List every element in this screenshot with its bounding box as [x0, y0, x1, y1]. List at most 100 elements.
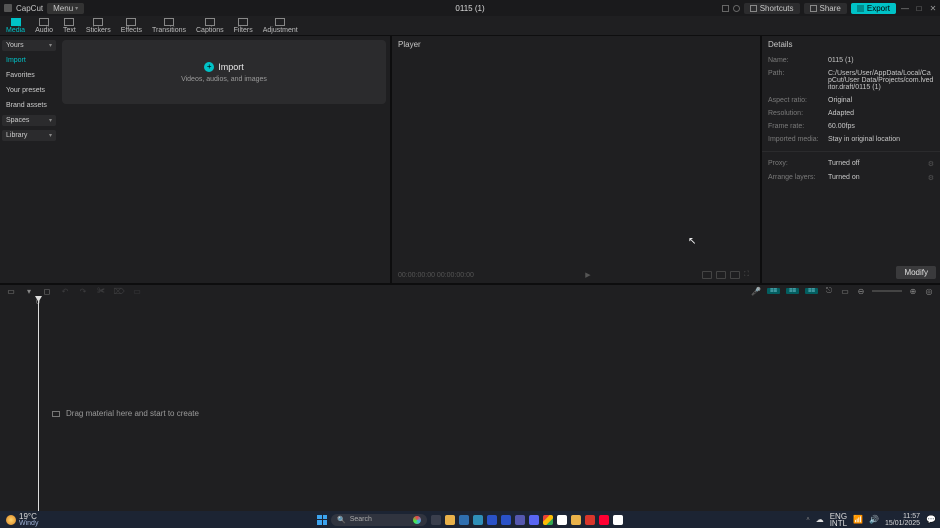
close-button[interactable]: ✕ — [928, 4, 938, 13]
autocut-chip[interactable]: ≡≡ — [786, 288, 799, 294]
language-indicator[interactable]: ENG INTL — [830, 513, 847, 527]
main-area: Yours▾ Import Favorites Your presets Bra… — [0, 36, 940, 283]
tab-adjustment[interactable]: Adjustment — [263, 18, 298, 34]
import-dropzone[interactable]: +Import Videos, audios, and images — [62, 40, 386, 104]
crop-button[interactable]: ▭ — [132, 286, 142, 296]
taskbar-icon-explorer[interactable] — [445, 515, 455, 525]
windows-taskbar: 19°C Windy 🔍 Search ˄ ☁ ENG INTL 📶 — [0, 511, 940, 528]
modify-button[interactable]: Modify — [896, 266, 936, 279]
taskbar-icon-chrome[interactable] — [543, 515, 553, 525]
tab-stickers[interactable]: Stickers — [86, 18, 111, 34]
tray-chevron-icon[interactable]: ˄ — [806, 517, 810, 523]
taskbar-icon-discord[interactable] — [529, 515, 539, 525]
divider — [762, 151, 940, 152]
taskbar-icon-chrome2[interactable] — [557, 515, 567, 525]
cut-button[interactable]: ✀ — [96, 286, 106, 296]
taskbar-icon-edge[interactable] — [473, 515, 483, 525]
sidebar-item-import[interactable]: Import — [2, 55, 56, 66]
mic-icon[interactable]: 🎤 — [751, 286, 761, 296]
taskbar-icon-red[interactable] — [585, 515, 595, 525]
tab-effects[interactable]: Effects — [121, 18, 142, 34]
chevron-down-icon[interactable]: ▾ — [24, 286, 34, 296]
notifications-icon[interactable]: 💬 — [926, 515, 936, 524]
taskbar-icon-youtube[interactable] — [599, 515, 609, 525]
taskbar-icon-taskview[interactable] — [431, 515, 441, 525]
zoom-slider[interactable] — [872, 290, 902, 292]
track-toggle-icon[interactable]: ▭ — [840, 286, 850, 296]
history-icon[interactable] — [733, 5, 740, 12]
share-button[interactable]: Share — [804, 3, 847, 14]
sidebar-item-label: Import — [6, 57, 26, 64]
weather-icon — [6, 515, 16, 525]
gear-icon[interactable]: ⚙ — [928, 160, 934, 168]
detail-value: Stay in original location — [828, 136, 934, 143]
tab-label: Captions — [196, 27, 224, 34]
maximize-button[interactable]: □ — [914, 4, 924, 13]
magnet-icon[interactable]: ⎋ — [824, 286, 834, 296]
autotool-chip[interactable]: ≡≡ — [805, 288, 818, 294]
taskbar-icon-app[interactable] — [487, 515, 497, 525]
sidebar-item-yours[interactable]: Yours▾ — [2, 40, 56, 51]
sidebar-item-library[interactable]: Library▾ — [2, 130, 56, 141]
minimize-button[interactable]: — — [900, 4, 910, 13]
tray-volume-icon[interactable]: 🔊 — [869, 515, 879, 524]
sidebar-item-spaces[interactable]: Spaces▾ — [2, 115, 56, 126]
taskbar-icon-store[interactable] — [459, 515, 469, 525]
autocaption-chip[interactable]: ≡≡ — [767, 288, 780, 294]
tab-label: Adjustment — [263, 27, 298, 34]
detail-key: Path: — [768, 70, 828, 91]
fit-icon[interactable]: ◎ — [924, 286, 934, 296]
shortcuts-button[interactable]: Shortcuts — [744, 3, 800, 14]
compare-button[interactable] — [730, 271, 740, 279]
detail-key: Proxy: — [768, 160, 828, 168]
detail-key: Aspect ratio: — [768, 97, 828, 104]
tab-transitions[interactable]: Transitions — [152, 18, 186, 34]
taskbar-icon-word[interactable] — [501, 515, 511, 525]
taskbar-search[interactable]: 🔍 Search — [331, 514, 427, 526]
undo-button[interactable]: ↶ — [60, 286, 70, 296]
sidebar-item-label: Yours — [6, 42, 24, 49]
category-tabs: Media Audio Text Stickers Effects Transi… — [0, 16, 940, 36]
sidebar-item-presets[interactable]: Your presets — [2, 85, 56, 96]
detail-row-framerate: Frame rate:60.00fps — [768, 123, 934, 130]
tab-media[interactable]: Media — [6, 18, 25, 34]
fullscreen-button[interactable]: ⛶ — [744, 271, 754, 279]
share-label: Share — [820, 4, 841, 13]
taskbar-icon-teams[interactable] — [515, 515, 525, 525]
tab-text[interactable]: Text — [63, 18, 76, 34]
keyboard-icon — [750, 5, 757, 12]
tab-label: Audio — [35, 27, 53, 34]
adjustment-icon — [275, 18, 285, 26]
tab-captions[interactable]: Captions — [196, 18, 224, 34]
weather-widget[interactable]: 19°C Windy — [0, 513, 44, 527]
plus-icon: + — [204, 62, 214, 72]
zoom-out-icon[interactable]: ⊖ — [856, 286, 866, 296]
export-button[interactable]: Export — [851, 3, 896, 14]
sidebar-item-brand[interactable]: Brand assets — [2, 100, 56, 111]
delete-button[interactable]: ⌦ — [114, 286, 124, 296]
layout-toggle-icon[interactable] — [722, 5, 729, 12]
sidebar-item-label: Library — [6, 132, 27, 139]
play-button[interactable]: ▶ — [474, 271, 702, 279]
taskbar-icon-capcut[interactable] — [613, 515, 623, 525]
redo-button[interactable]: ↷ — [78, 286, 88, 296]
search-icon: 🔍 — [337, 516, 346, 524]
tray-cloud-icon[interactable]: ☁ — [816, 515, 824, 524]
taskbar-icon-folder[interactable] — [571, 515, 581, 525]
sidebar-item-favorites[interactable]: Favorites — [2, 70, 56, 81]
zoom-in-icon[interactable]: ⊕ — [908, 286, 918, 296]
ratio-button[interactable] — [702, 271, 712, 279]
quality-button[interactable] — [716, 271, 726, 279]
tray-wifi-icon[interactable]: 📶 — [853, 515, 863, 524]
split-tool[interactable]: ◻ — [42, 286, 52, 296]
tab-audio[interactable]: Audio — [35, 18, 53, 34]
tab-filters[interactable]: Filters — [234, 18, 253, 34]
share-icon — [810, 5, 817, 12]
taskbar-clock[interactable]: 11:57 15/01/2025 — [885, 513, 920, 527]
timeline[interactable]: 0 Drag material here and start to create — [0, 297, 940, 513]
menu-button[interactable]: Menu ▾ — [47, 3, 84, 14]
select-tool[interactable]: ▭ — [6, 286, 16, 296]
gear-icon[interactable]: ⚙ — [928, 174, 934, 182]
playhead[interactable] — [38, 297, 39, 513]
start-button[interactable] — [317, 515, 327, 525]
